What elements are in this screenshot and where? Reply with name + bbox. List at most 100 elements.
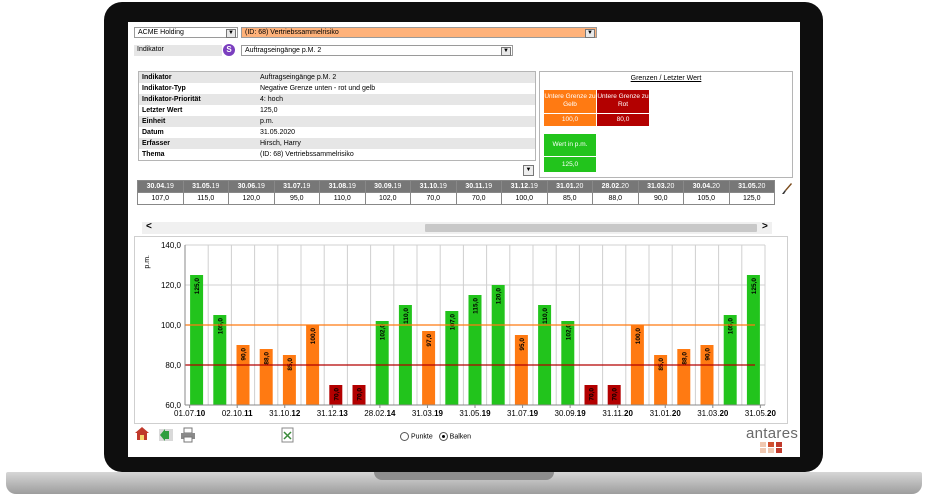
date-header: 30.04.20	[683, 180, 730, 193]
x-tick-day: 31.03.	[412, 409, 434, 418]
logo-square	[768, 448, 774, 453]
scroll-left-icon[interactable]: <	[146, 221, 152, 232]
company-select-value: ACME Holding	[138, 29, 184, 36]
horizontal-scrollbar[interactable]: < >	[142, 221, 772, 234]
x-tick-label: 01.07.10	[174, 409, 206, 418]
date-header-day: 31.03.	[647, 183, 667, 190]
x-tick-year: 19	[434, 409, 443, 418]
date-header-day: 28.02.	[601, 183, 622, 190]
bar-value-label: 88,0	[264, 352, 271, 365]
date-header-day: 30.04.	[692, 183, 713, 190]
chevron-down-icon[interactable]: ▼	[523, 165, 534, 176]
date-header-year: 20	[712, 183, 720, 190]
back-arrow-icon[interactable]	[158, 427, 174, 443]
date-header-day: 30.04.	[146, 183, 167, 190]
x-tick-label: 02.10.11	[222, 409, 253, 418]
export-document-icon[interactable]	[281, 427, 295, 443]
x-tick-day: 31.03.	[697, 409, 719, 418]
date-header-year: 20	[757, 183, 766, 190]
edit-brush-icon[interactable]	[781, 182, 793, 196]
chevron-down-icon[interactable]: ▼	[585, 29, 595, 38]
bar-value-label: 90,0	[705, 348, 712, 361]
chevron-down-icon[interactable]: ▼	[226, 29, 236, 38]
indikator-select[interactable]: Auftragseingänge p.M. 2 ▼	[241, 45, 513, 56]
home-icon[interactable]	[134, 426, 150, 442]
date-header-day: 31.05.	[192, 183, 212, 190]
date-header-year: 20	[621, 183, 629, 190]
bar-value-label: 102,0	[380, 324, 387, 341]
laptop-notch	[374, 472, 554, 480]
x-tick-day: 30.09.	[555, 409, 577, 418]
date-header: 30.11.19	[455, 180, 502, 193]
chevron-down-icon[interactable]: ▼	[501, 47, 511, 56]
date-value: 88,0	[592, 192, 639, 205]
date-header: 31.05.20	[728, 180, 775, 193]
bar-value-label: 100,0	[635, 328, 642, 345]
yellow-limit-value: 100,0	[544, 114, 596, 126]
date-header: 31.08.19	[319, 180, 366, 193]
s-badge-icon[interactable]: S	[223, 44, 235, 56]
logo-square	[760, 448, 766, 453]
x-tick-label: 31.05.19	[459, 409, 491, 418]
date-header: 31.07.19	[273, 180, 320, 193]
x-tick-year: 20	[767, 409, 776, 418]
thema-select-value: (ID: 68) Vertriebssammelrisiko	[245, 29, 339, 36]
date-header-year: 20	[575, 183, 584, 190]
x-tick-day: 31.01.	[650, 409, 672, 418]
date-header-day: 31.05.	[738, 183, 758, 190]
indicator-info-table: Indikator Auftragseingänge p.M. 2 Indikato…	[139, 72, 535, 160]
logo-square	[776, 448, 782, 453]
radio-points[interactable]	[400, 432, 409, 441]
info-row: Erfasser Hirsch, Harry	[139, 138, 535, 149]
bar-value-label: 100,0	[310, 328, 317, 345]
print-icon[interactable]	[180, 427, 196, 443]
info-value: Auftragseingänge p.M. 2	[257, 72, 535, 83]
red-limit-label: Untere Grenze zu Rot	[597, 90, 649, 113]
date-header-day: 30.11.	[465, 183, 485, 190]
bar-value-label: 105,0	[728, 318, 735, 335]
date-header-day: 31.12.	[510, 183, 531, 190]
x-tick-label: 31.07.19	[507, 409, 539, 418]
yellow-limit-label: Untere Grenze zu Gelb	[544, 90, 596, 113]
date-value: 125,0	[728, 192, 775, 205]
bar-value-label: 70,0	[589, 388, 596, 401]
info-row: Indikator-Priorität 4: hoch	[139, 94, 535, 105]
info-row: Thema (ID: 68) Vertriebssammelrisiko	[139, 149, 535, 160]
date-value: 90,0	[637, 192, 684, 205]
x-tick-year: 12	[291, 409, 300, 418]
date-header: 30.09.19	[364, 180, 411, 193]
x-tick-year: 20	[672, 409, 681, 418]
date-value: 120,0	[228, 192, 275, 205]
scrollbar-thumb[interactable]	[425, 224, 757, 232]
info-value: p.m.	[257, 116, 535, 127]
info-key: Indikator-Priorität	[139, 94, 257, 105]
date-value: 115,0	[182, 192, 229, 205]
x-tick-label: 31.10.12	[269, 409, 301, 418]
x-tick-year: 20	[719, 409, 728, 418]
date-value: 110,0	[319, 192, 366, 205]
x-tick-label: 31.03.19	[412, 409, 444, 418]
bar-value-label: 107,0	[449, 314, 456, 331]
x-tick-year: 19	[577, 409, 586, 418]
bar-value-label: 70,0	[357, 388, 364, 401]
x-tick-day: 28.02.	[364, 409, 386, 418]
radio-bars[interactable]	[438, 432, 448, 441]
x-tick-label: 31.11.20	[602, 409, 633, 418]
thema-select[interactable]: (ID: 68) Vertriebssammelrisiko ▼	[241, 27, 597, 38]
date-value: 102,0	[364, 192, 411, 205]
y-axis-label: p.m.	[144, 255, 151, 269]
bar-value-label: 125,0	[751, 278, 758, 295]
info-value: Negative Grenze unten - rot und gelb	[257, 83, 535, 94]
company-select[interactable]: ACME Holding ▼	[134, 27, 238, 38]
x-tick-year: 11	[244, 409, 253, 418]
x-tick-year: 10	[196, 409, 205, 418]
chart-type-radios: Punkte Balken	[400, 432, 471, 442]
x-tick-year: 20	[624, 409, 633, 418]
x-tick-label: 30.09.19	[555, 409, 587, 418]
scroll-right-icon[interactable]: >	[762, 221, 768, 232]
date-value: 70,0	[455, 192, 502, 205]
date-value: 105,0	[683, 192, 730, 205]
date-header-day: 31.10.	[419, 183, 440, 190]
y-tick-label: 140,0	[161, 241, 182, 250]
info-key: Letzter Wert	[139, 105, 257, 116]
